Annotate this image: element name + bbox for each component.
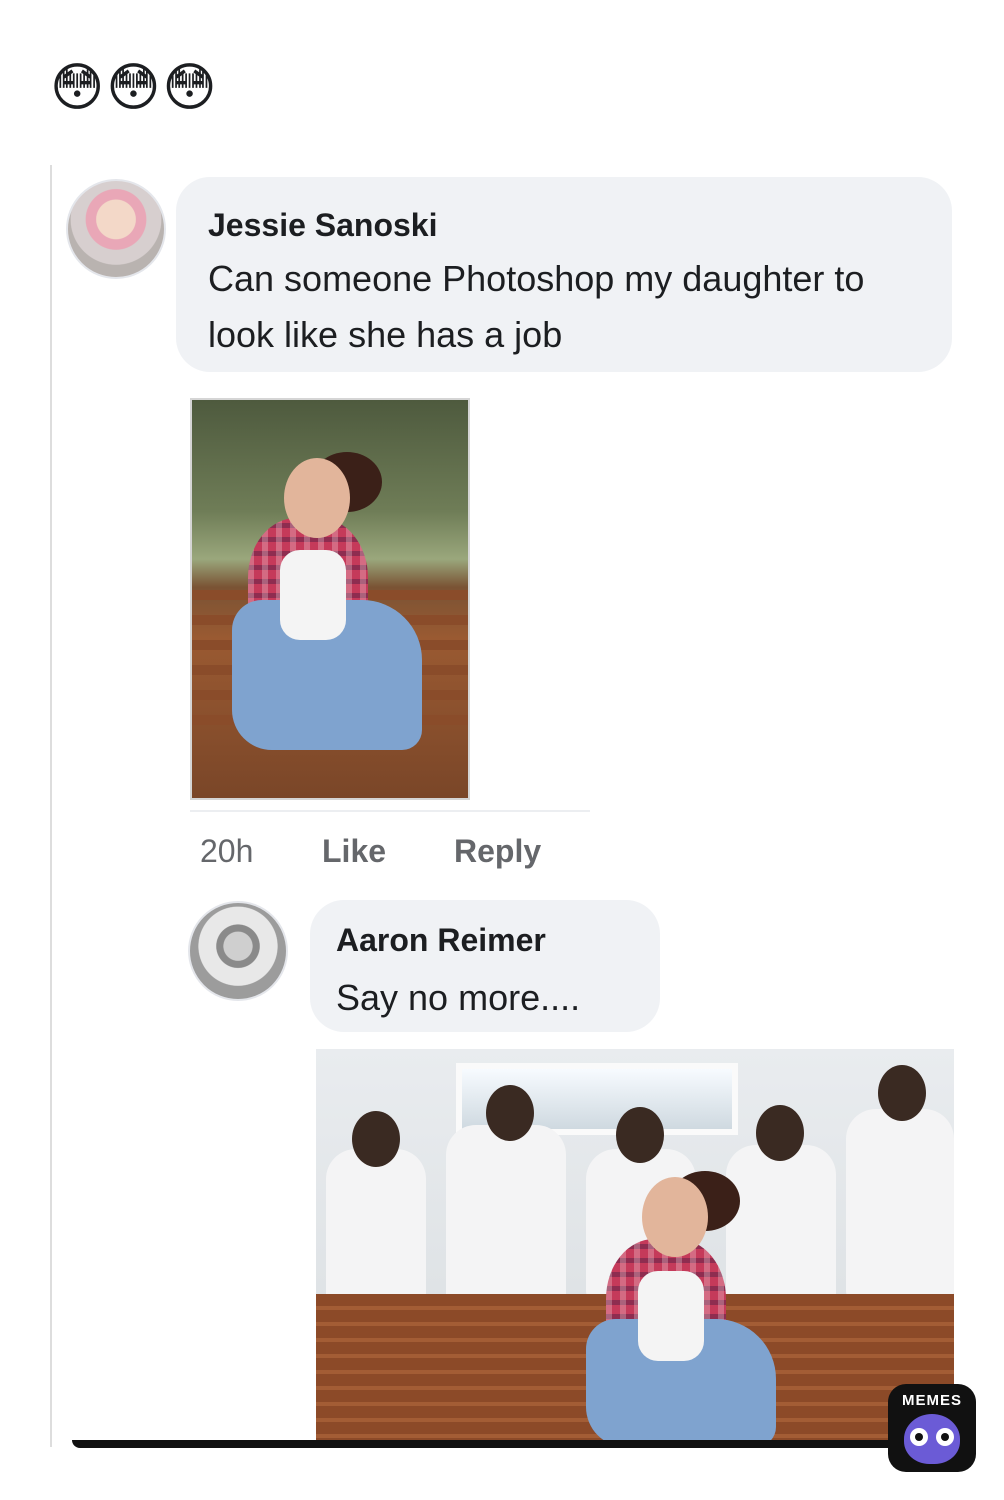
comment-thread-screenshot: Jessie Sanoski Can someone Photoshop my … [50,165,954,1447]
reply-button[interactable]: Reply [454,833,541,870]
comment-photo-daughter[interactable] [190,398,470,800]
comment-author[interactable]: Aaron Reimer [336,922,546,959]
divider [190,810,590,812]
comment-bubble-jessie: Jessie Sanoski Can someone Photoshop my … [176,177,952,372]
memes-watermark[interactable]: MEMES [888,1384,976,1472]
comment-text: Can someone Photoshop my daughter to loo… [208,258,865,355]
watermark-label: MEMES [901,1392,962,1409]
avatar-aaron[interactable] [188,901,288,1001]
comment-text: Say no more.... [336,977,581,1018]
comment-author[interactable]: Jessie Sanoski [208,207,437,244]
avatar-jessie[interactable] [66,179,166,279]
comment-timestamp: 20h [200,833,254,869]
screenshot-edge [72,1440,932,1448]
owl-icon [904,1414,960,1464]
comment-bubble-aaron: Aaron Reimer Say no more.... [310,900,660,1032]
like-button[interactable]: Like [322,833,386,870]
caption-emoji: 😳😳😳 [50,58,219,118]
comment-photo-edited[interactable] [316,1049,954,1447]
